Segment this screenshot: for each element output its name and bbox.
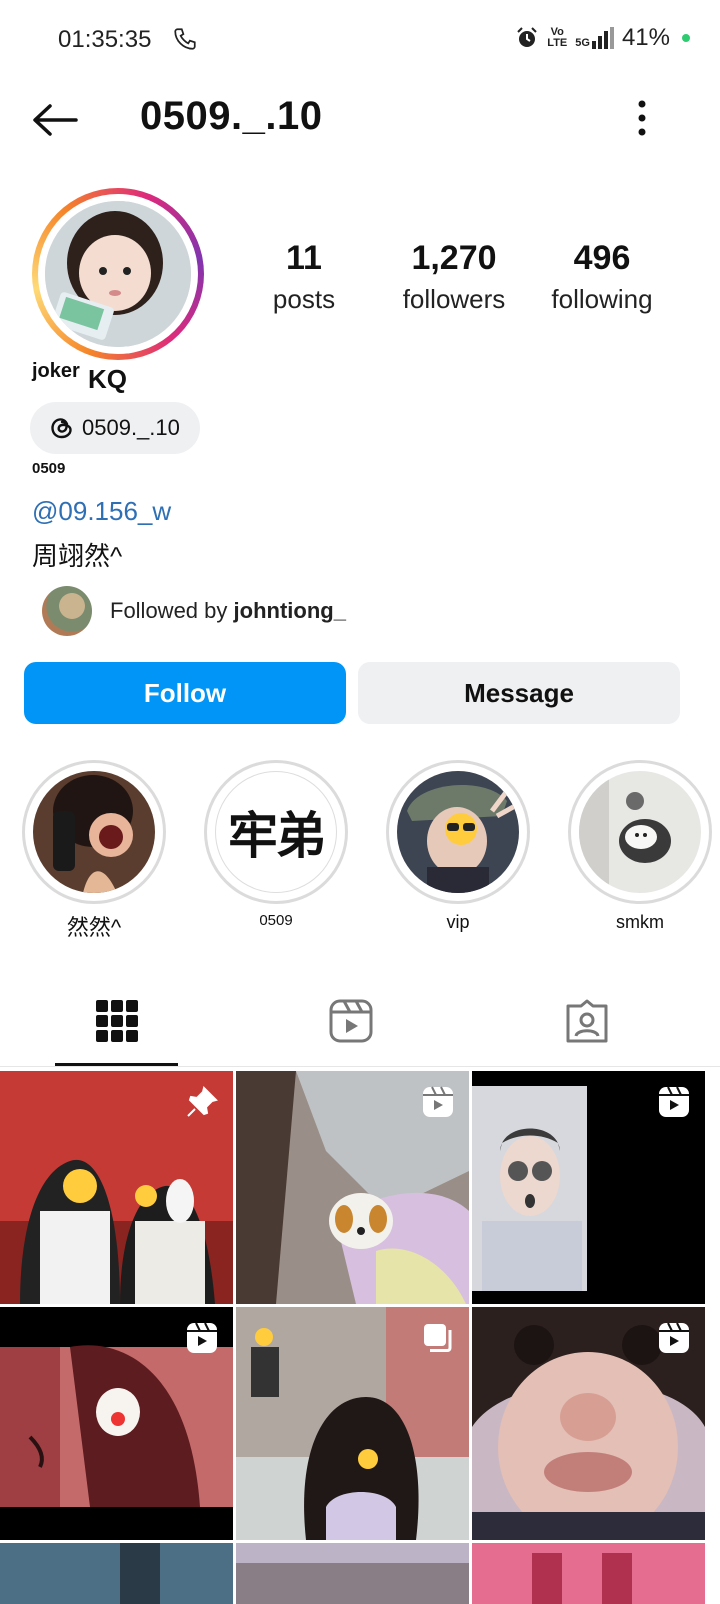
profile-category: 0509 xyxy=(32,460,66,477)
highlight-cover: 牢弟 xyxy=(215,771,337,893)
highlight-cover xyxy=(33,771,155,893)
avatar xyxy=(45,201,191,347)
battery-percent: 41% xyxy=(621,24,670,51)
bio-mention-link[interactable]: @09.156_w xyxy=(32,496,171,527)
grid-post-9[interactable] xyxy=(472,1543,705,1604)
highlight-cover xyxy=(397,771,519,893)
followed-by-avatar[interactable] xyxy=(42,586,92,636)
privacy-dot xyxy=(682,34,690,42)
page-title: 0509._.10 xyxy=(140,94,323,138)
grid-post-2[interactable] xyxy=(236,1071,469,1304)
reel-icon xyxy=(423,1086,453,1117)
display-name-prefix: joker xyxy=(32,360,80,382)
grid-post-7[interactable] xyxy=(0,1543,233,1604)
pinned-icon xyxy=(187,1086,218,1117)
carousel-icon xyxy=(424,1324,452,1352)
reel-icon xyxy=(659,1322,689,1353)
highlight-label: 0509 xyxy=(259,912,293,929)
threads-badge-button[interactable]: 0509._.10 xyxy=(30,402,200,454)
tab-reels-icon[interactable] xyxy=(328,998,374,1044)
highlight-3[interactable]: vip xyxy=(386,760,538,933)
highlight-4[interactable]: smkm xyxy=(568,760,720,933)
more-options-icon[interactable] xyxy=(628,96,656,140)
followed-by-text[interactable]: Followed by johntiong_ xyxy=(110,598,346,624)
status-time: 01:35:35 xyxy=(58,26,152,53)
reel-icon xyxy=(187,1322,217,1353)
following-count[interactable]: 496 following xyxy=(540,238,664,316)
tab-tagged-icon[interactable] xyxy=(564,998,610,1044)
followers-count[interactable]: 1,270 followers xyxy=(392,238,516,316)
back-arrow-icon[interactable] xyxy=(30,100,80,140)
highlight-cover xyxy=(579,771,701,893)
divider xyxy=(0,1066,720,1067)
highlight-1[interactable]: 然然^ xyxy=(22,760,174,942)
alarm-icon xyxy=(517,27,538,47)
threads-handle: 0509._.10 xyxy=(82,415,180,440)
status-indicators: Vo LTE 5G 41% xyxy=(515,24,690,52)
grid-post-6[interactable] xyxy=(472,1307,705,1540)
threads-icon xyxy=(51,418,72,439)
phone-call-icon xyxy=(174,28,196,50)
volte-indicator: Vo LTE xyxy=(547,26,568,49)
message-button[interactable]: Message xyxy=(358,662,680,724)
reel-icon xyxy=(659,1086,689,1117)
followed-by-username: johntiong_ xyxy=(233,598,346,623)
signal-5g-icon: 5G xyxy=(575,27,614,49)
tab-grid-icon[interactable] xyxy=(94,998,140,1044)
grid-post-5[interactable] xyxy=(236,1307,469,1540)
follow-button[interactable]: Follow xyxy=(24,662,346,724)
grid-post-3[interactable] xyxy=(472,1071,705,1304)
posts-count[interactable]: 11 posts xyxy=(256,238,352,316)
grid-post-1[interactable] xyxy=(0,1071,233,1304)
highlight-2[interactable]: 牢弟 0509 xyxy=(204,760,356,929)
display-name: KQ xyxy=(88,364,127,394)
highlight-label: 然然^ xyxy=(66,915,122,940)
avatar-story-ring[interactable] xyxy=(32,188,204,360)
highlight-label: smkm xyxy=(616,912,664,932)
highlight-label: vip xyxy=(446,912,470,932)
bio-text: 周翊然^ xyxy=(32,541,123,571)
grid-post-8[interactable] xyxy=(236,1543,469,1604)
grid-post-4[interactable] xyxy=(0,1307,233,1540)
